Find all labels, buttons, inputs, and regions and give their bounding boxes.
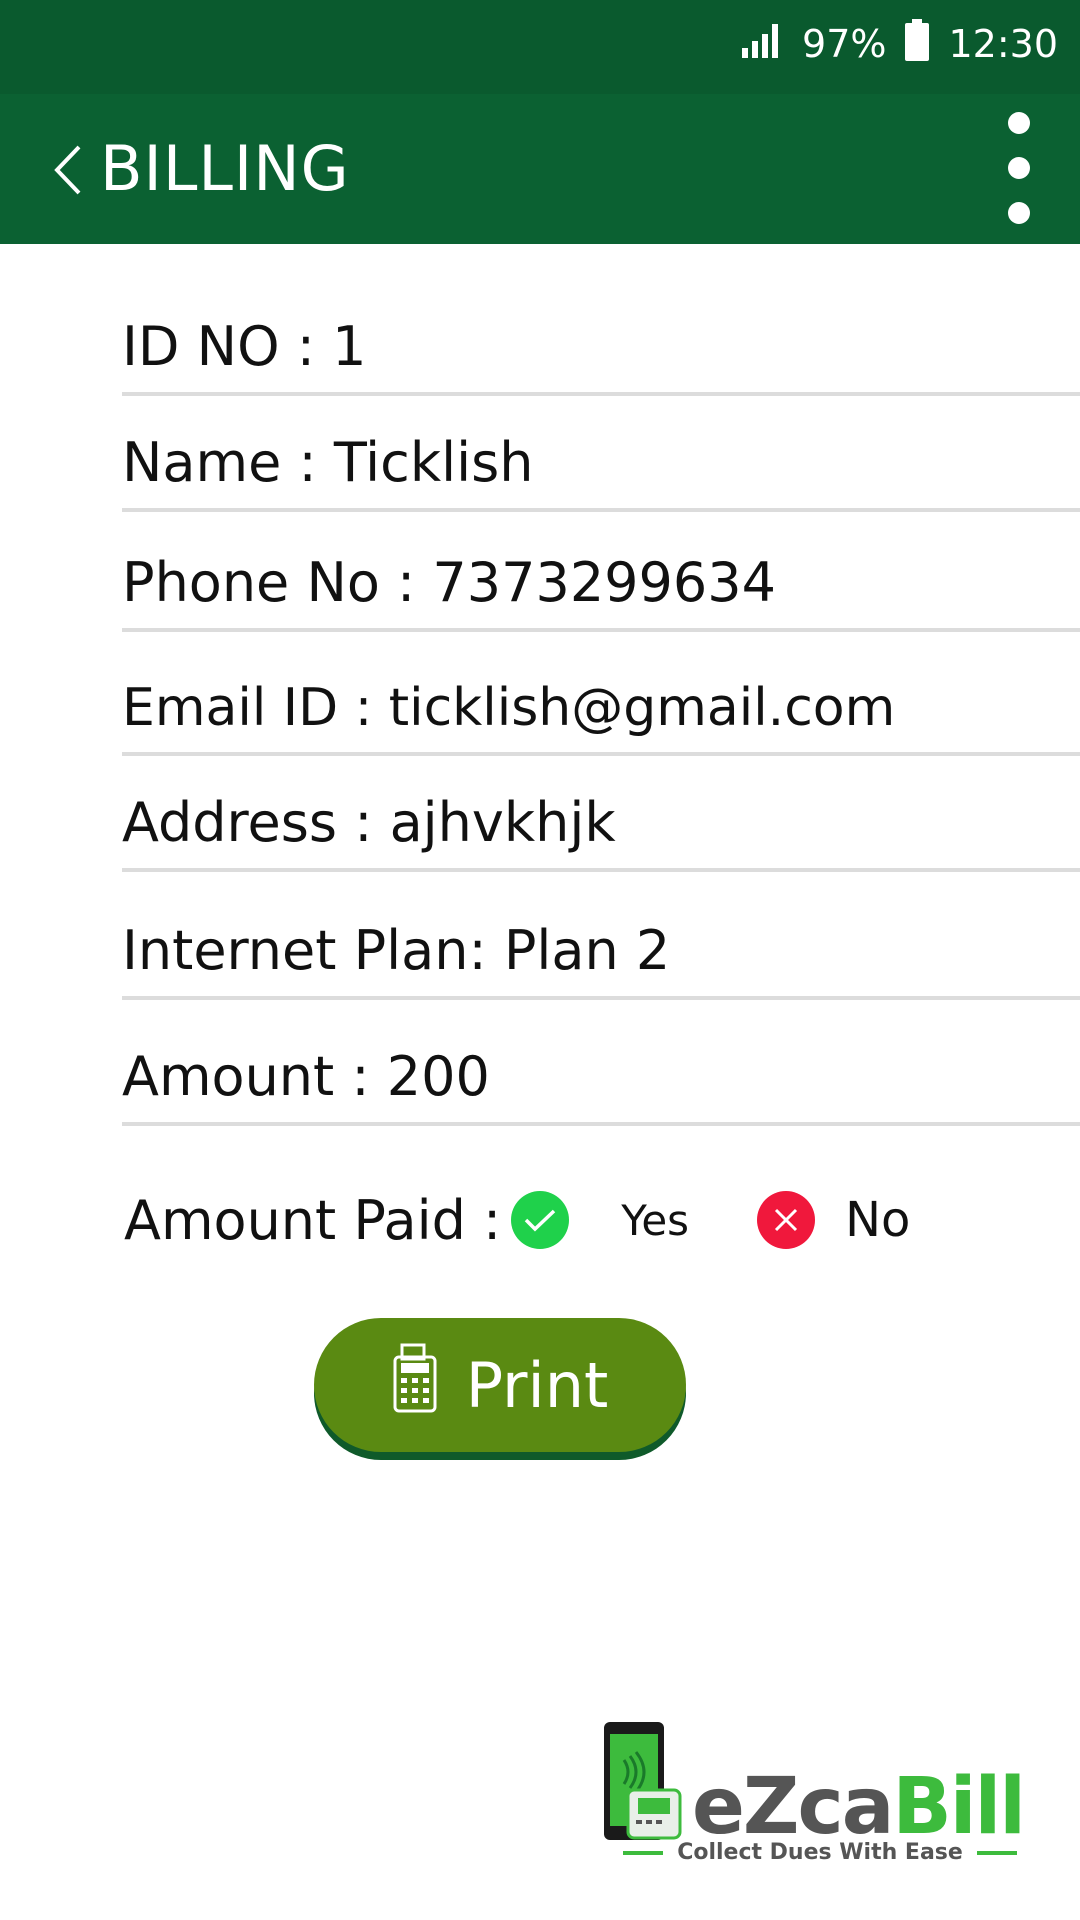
status-bar: 97% 12:30 — [0, 0, 1080, 94]
print-button-label: Print — [465, 1348, 609, 1422]
calculator-icon — [392, 1343, 438, 1428]
logo-tagline: Collect Dues With Ease — [600, 1840, 1040, 1865]
ezcabill-logo: eZcaBill Collect Dues With Ease — [600, 1720, 1040, 1870]
clock: 12:30 — [948, 22, 1058, 66]
amount-paid-row: Amount Paid : Yes No — [124, 1180, 1024, 1260]
logo-wordmark: eZcaBill — [692, 1768, 1026, 1846]
page-title: BILLING — [100, 132, 350, 205]
print-button[interactable]: Print — [314, 1318, 686, 1452]
amount-paid-label: Amount Paid : — [124, 1188, 502, 1252]
tagline-text: Collect Dues With Ease — [677, 1840, 963, 1865]
back-chevron-icon — [54, 145, 81, 195]
tagline-divider — [623, 1850, 664, 1855]
paid-yes-option[interactable]: Yes — [501, 1191, 689, 1249]
tagline-divider — [976, 1850, 1017, 1855]
no-label: No — [845, 1192, 911, 1248]
internet-plan-field: Internet Plan: Plan 2 — [122, 890, 1080, 1000]
address-field: Address : ajhvkhjk — [122, 776, 1080, 872]
phone-card-reader-icon — [604, 1722, 682, 1840]
logo-wordmark-part2: Bill — [892, 1762, 1026, 1852]
more-options-button[interactable] — [984, 112, 1054, 224]
logo-wordmark-part1: eZca — [692, 1762, 894, 1852]
close-icon — [757, 1191, 816, 1249]
email-field: Email ID : ticklish@gmail.com — [122, 654, 1080, 756]
status-right: 97% 12:30 — [740, 0, 1058, 88]
id-field: ID NO : 1 — [122, 300, 1080, 396]
more-vert-icon — [1008, 112, 1030, 134]
back-button[interactable] — [38, 130, 98, 210]
paid-no-option[interactable]: No — [757, 1191, 910, 1249]
name-field: Name : Ticklish — [122, 416, 1080, 512]
more-vert-dot — [1008, 157, 1030, 179]
battery-percent: 97% — [802, 22, 887, 66]
signal-icon — [740, 22, 784, 67]
battery-icon — [904, 18, 930, 70]
amount-field: Amount : 200 — [122, 1022, 1080, 1126]
more-vert-dot — [1008, 202, 1030, 224]
check-icon — [511, 1191, 570, 1249]
yes-label: Yes — [621, 1195, 690, 1245]
app-bar: BILLING — [0, 94, 1080, 244]
phone-field: Phone No : 7373299634 — [122, 532, 1080, 632]
